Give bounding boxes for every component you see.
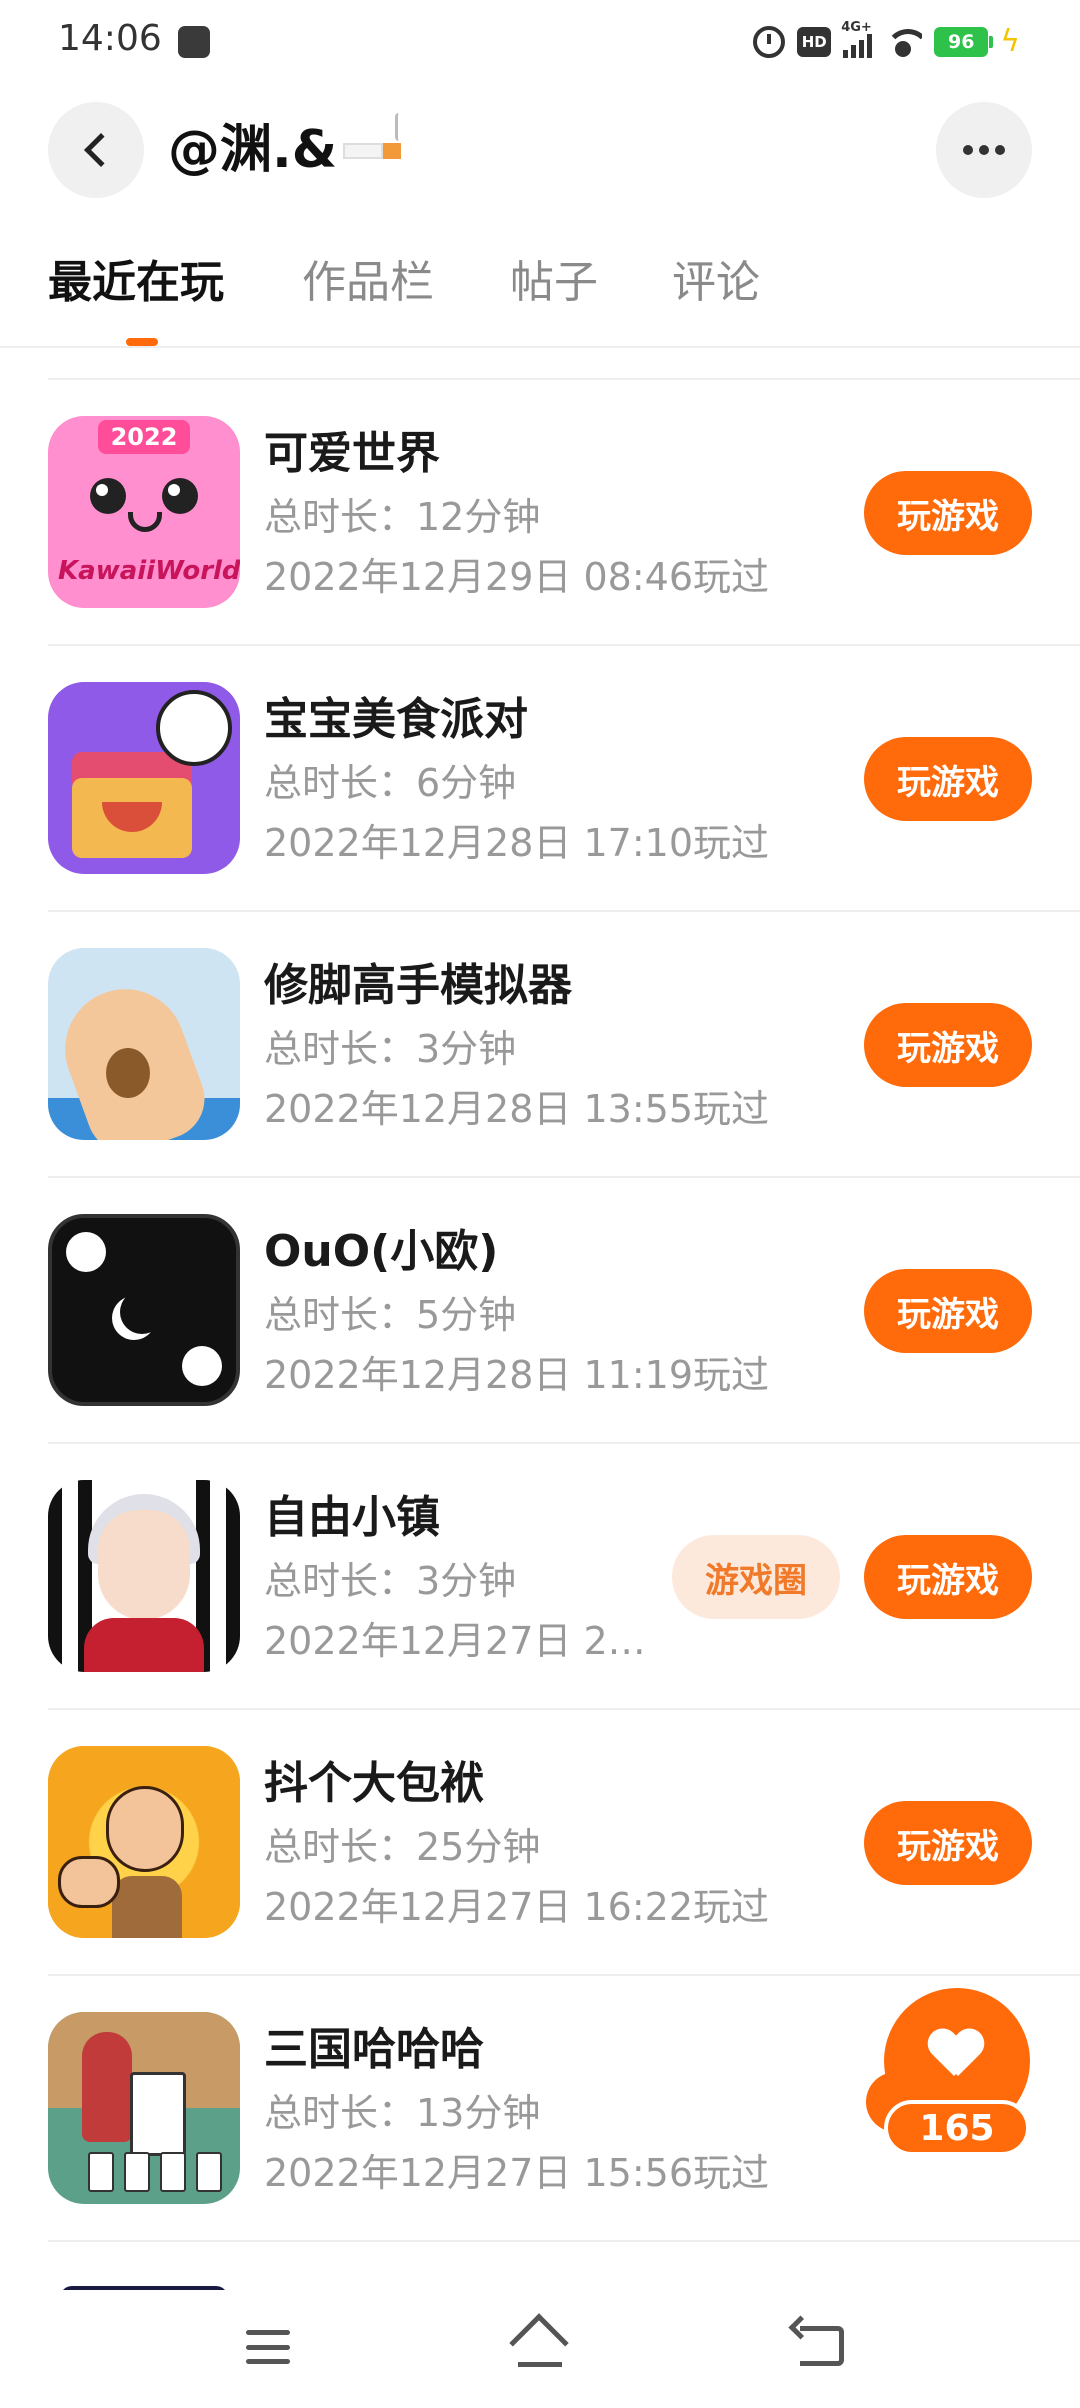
menu-icon[interactable] [246, 2330, 290, 2364]
icon-logo-text: KawaiiWorld [58, 556, 240, 586]
kawaii-world-icon[interactable]: 2022 KawaiiWorld [48, 416, 240, 608]
game-row[interactable]: 2022 KawaiiWorld 可爱世界 总时长：12分钟 2022年12月2… [0, 380, 1080, 646]
game-last-played: 2022年12月28日 17:10玩过 [264, 821, 770, 865]
more-button[interactable] [936, 102, 1032, 198]
game-duration: 总时长：25分钟 [264, 1825, 541, 1869]
tab-active-indicator [126, 338, 158, 346]
game-row[interactable]: OuO(小欧) 总时长：5分钟 2022年12月28日 11:19玩过 玩游戏 [0, 1178, 1080, 1444]
game-title[interactable]: 自由小镇 [264, 1490, 440, 1546]
game-last-played: 2022年12月28日 11:19玩过 [264, 1353, 770, 1397]
game-row[interactable]: 抖个大包袱 总时长：25分钟 2022年12月27日 16:22玩过 玩游戏 [0, 1710, 1080, 1976]
more-dots-icon [963, 145, 973, 155]
heart-icon [928, 2030, 984, 2082]
game-last-played: 2022年12月28日 13:55玩过 [264, 1087, 770, 1131]
pedicure-simulator-icon[interactable] [48, 948, 240, 1140]
game-title[interactable]: 宝宝美食派对 [264, 692, 528, 748]
game-duration: 总时长：5分钟 [264, 1293, 517, 1337]
play-game-button[interactable]: 玩游戏 [864, 737, 1032, 821]
header: @渊.& [0, 100, 1080, 200]
game-duration: 总时长：3分钟 [264, 1027, 517, 1071]
home-icon[interactable] [509, 2313, 569, 2373]
baby-food-party-icon[interactable] [48, 682, 240, 874]
chevron-left-icon [84, 133, 118, 167]
game-last-played: 2022年12月27日 15:56玩过 [264, 2151, 770, 2195]
game-title[interactable]: 可爱世界 [264, 426, 440, 482]
tab-comments[interactable]: 评论 [672, 250, 760, 316]
tab-works[interactable]: 作品栏 [302, 250, 434, 316]
big-bundle-icon[interactable] [48, 1746, 240, 1938]
game-duration: 总时长：12分钟 [264, 495, 541, 539]
status-time: 14:06 [58, 18, 162, 59]
three-kingdoms-haha-icon[interactable] [48, 2012, 240, 2204]
game-row[interactable]: 宝宝美食派对 总时长：6分钟 2022年12月28日 17:10玩过 玩游戏 [0, 646, 1080, 912]
status-icons: HD 4G+ 96 ϟ [753, 20, 1020, 62]
battery-icon: 96 [934, 27, 994, 57]
game-last-played: 2022年12月27日 2… [264, 1619, 646, 1663]
play-game-button[interactable]: 玩游戏 [864, 1269, 1032, 1353]
game-title[interactable]: 抖个大包袱 [264, 1756, 484, 1812]
game-duration: 总时长：13分钟 [264, 2091, 541, 2135]
username: @渊.& [168, 120, 338, 180]
back-button[interactable] [48, 102, 144, 198]
tab-recent-play[interactable]: 最近在玩 [48, 250, 224, 316]
system-nav-bar [0, 2290, 1080, 2408]
tab-posts[interactable]: 帖子 [510, 250, 598, 316]
hd-icon: HD [797, 27, 832, 57]
wifi-icon [884, 27, 923, 57]
cigarette-emoji-icon [343, 113, 405, 159]
game-duration: 总时长：3分钟 [264, 1559, 517, 1603]
alarm-icon [753, 26, 786, 58]
play-game-button[interactable]: 玩游戏 [864, 471, 1032, 555]
tab-bar: 最近在玩 作品栏 帖子 评论 [0, 250, 1080, 348]
game-title[interactable]: OuO(小欧) [264, 1224, 498, 1280]
divider [48, 2240, 1080, 2242]
game-duration: 总时长：6分钟 [264, 761, 517, 805]
ouo-dice-icon[interactable] [48, 1214, 240, 1406]
game-last-played: 2022年12月29日 08:46玩过 [264, 555, 770, 599]
network-type: 4G+ [841, 20, 872, 35]
game-title[interactable]: 修脚高手模拟器 [264, 958, 572, 1014]
notification-app-icon [178, 26, 210, 58]
recent-games-list: 2022 KawaiiWorld 可爱世界 总时长：12分钟 2022年12月2… [0, 380, 1080, 2242]
signal-icon: 4G+ [841, 20, 873, 58]
game-row[interactable]: 修脚高手模拟器 总时长：3分钟 2022年12月28日 13:55玩过 玩游戏 [0, 912, 1080, 1178]
free-town-icon[interactable] [48, 1480, 240, 1672]
play-game-button[interactable]: 玩游戏 [864, 1801, 1032, 1885]
play-game-button[interactable]: 玩游戏 [864, 1003, 1032, 1087]
status-bar: 14:06 HD 4G+ 96 ϟ [0, 0, 1080, 84]
like-button[interactable]: 165 [866, 1988, 1032, 2164]
game-last-played: 2022年12月27日 16:22玩过 [264, 1885, 770, 1929]
play-game-button[interactable]: 玩游戏 [864, 1535, 1032, 1619]
like-count: 165 [884, 2100, 1030, 2156]
page-title: @渊.& [168, 113, 405, 180]
back-nav-icon[interactable] [800, 2326, 844, 2366]
game-row[interactable]: 自由小镇 总时长：3分钟 2022年12月27日 2… 游戏圈 玩游戏 [0, 1444, 1080, 1710]
game-title[interactable]: 三国哈哈哈 [264, 2022, 484, 2078]
icon-year-badge: 2022 [98, 420, 190, 454]
game-circle-button[interactable]: 游戏圈 [672, 1535, 840, 1619]
charging-icon: ϟ [1000, 24, 1020, 59]
